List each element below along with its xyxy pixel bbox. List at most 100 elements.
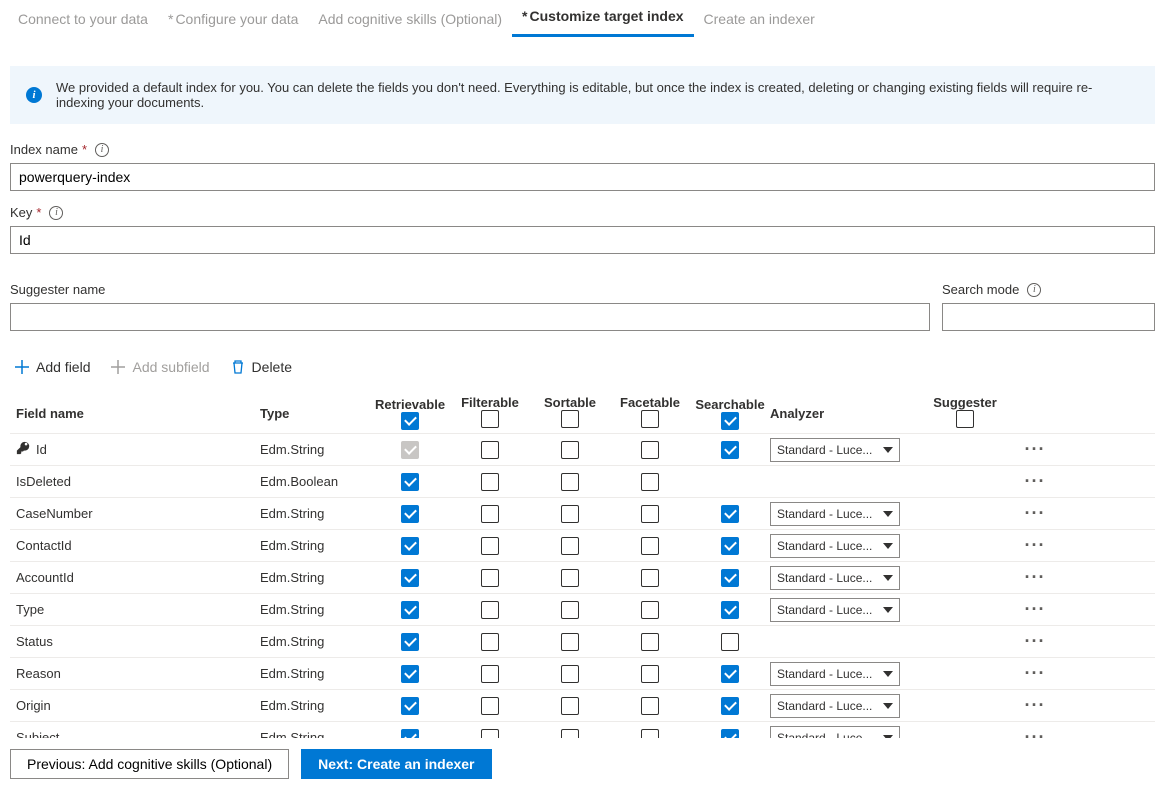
tab-configure-your-data[interactable]: Configure your data (158, 3, 308, 37)
tab-connect-to-your-data[interactable]: Connect to your data (8, 3, 158, 37)
checkbox-facetable[interactable] (641, 601, 659, 619)
tab-customize-target-index[interactable]: Customize target index (512, 0, 693, 37)
checkbox-sortable[interactable] (561, 569, 579, 587)
checkbox-searchable[interactable] (721, 697, 739, 715)
more-actions-button[interactable]: ··· (1015, 439, 1055, 460)
checkbox-sortable[interactable] (561, 665, 579, 683)
checkbox-filterable[interactable] (481, 569, 499, 587)
search-mode-input[interactable] (942, 303, 1155, 331)
checkbox-searchable[interactable] (721, 569, 739, 587)
checkbox-facetable[interactable] (641, 697, 659, 715)
checkbox-retrievable[interactable] (401, 537, 419, 555)
search-mode-label: Search mode i (942, 282, 1155, 297)
field-name: CaseNumber (16, 506, 93, 521)
checkbox-facetable[interactable] (641, 665, 659, 683)
suggester-name-input[interactable] (10, 303, 930, 331)
checkbox-retrievable[interactable] (401, 569, 419, 587)
checkbox-sortable[interactable] (561, 633, 579, 651)
analyzer-select[interactable]: Standard - Luce... (770, 694, 900, 718)
checkbox-filterable[interactable] (481, 633, 499, 651)
more-actions-button[interactable]: ··· (1015, 663, 1055, 684)
analyzer-select[interactable]: Standard - Luce... (770, 438, 900, 462)
more-actions-button[interactable]: ··· (1015, 567, 1055, 588)
table-row[interactable]: TypeEdm.StringStandard - Luce...··· (10, 593, 1155, 625)
next-button[interactable]: Next: Create an indexer (301, 749, 491, 779)
previous-button[interactable]: Previous: Add cognitive skills (Optional… (10, 749, 289, 779)
suggester-name-label: Suggester name (10, 282, 930, 297)
col-suggester: Suggester (915, 395, 1015, 431)
header-checkbox-filterable[interactable] (481, 410, 499, 428)
tab-create-an-indexer[interactable]: Create an indexer (694, 3, 825, 37)
analyzer-select[interactable]: Standard - Luce... (770, 566, 900, 590)
checkbox-retrievable[interactable] (401, 633, 419, 651)
key-icon (16, 441, 30, 455)
more-actions-button[interactable]: ··· (1015, 631, 1055, 652)
checkbox-retrievable[interactable] (401, 665, 419, 683)
checkbox-filterable[interactable] (481, 441, 499, 459)
table-row[interactable]: AccountIdEdm.StringStandard - Luce...··· (10, 561, 1155, 593)
checkbox-retrievable[interactable] (401, 473, 419, 491)
analyzer-select[interactable]: Standard - Luce... (770, 662, 900, 686)
key-label: Key* i (10, 205, 1155, 220)
checkbox-facetable[interactable] (641, 537, 659, 555)
more-actions-button[interactable]: ··· (1015, 695, 1055, 716)
checkbox-sortable[interactable] (561, 505, 579, 523)
more-actions-button[interactable]: ··· (1015, 471, 1055, 492)
checkbox-filterable[interactable] (481, 473, 499, 491)
checkbox-retrievable[interactable] (401, 697, 419, 715)
more-actions-button[interactable]: ··· (1015, 503, 1055, 524)
checkbox-facetable[interactable] (641, 441, 659, 459)
help-icon[interactable]: i (1027, 283, 1041, 297)
table-row[interactable]: ReasonEdm.StringStandard - Luce...··· (10, 657, 1155, 689)
checkbox-facetable[interactable] (641, 473, 659, 491)
checkbox-searchable[interactable] (721, 505, 739, 523)
analyzer-select[interactable]: Standard - Luce... (770, 598, 900, 622)
checkbox-sortable[interactable] (561, 601, 579, 619)
checkbox-searchable[interactable] (721, 441, 739, 459)
checkbox-facetable[interactable] (641, 633, 659, 651)
checkbox-filterable[interactable] (481, 601, 499, 619)
header-checkbox-facetable[interactable] (641, 410, 659, 428)
more-actions-button[interactable]: ··· (1015, 599, 1055, 620)
analyzer-select[interactable]: Standard - Luce... (770, 502, 900, 526)
checkbox-filterable[interactable] (481, 505, 499, 523)
analyzer-select[interactable]: Standard - Luce... (770, 534, 900, 558)
checkbox-filterable[interactable] (481, 665, 499, 683)
checkbox-filterable[interactable] (481, 537, 499, 555)
table-row[interactable]: CaseNumberEdm.StringStandard - Luce...··… (10, 497, 1155, 529)
checkbox-searchable[interactable] (721, 665, 739, 683)
checkbox-sortable[interactable] (561, 441, 579, 459)
checkbox-facetable[interactable] (641, 569, 659, 587)
checkbox-facetable[interactable] (641, 505, 659, 523)
header-checkbox-sortable[interactable] (561, 410, 579, 428)
more-actions-button[interactable]: ··· (1015, 535, 1055, 556)
table-row[interactable]: IdEdm.StringStandard - Luce...··· (10, 433, 1155, 465)
checkbox-sortable[interactable] (561, 473, 579, 491)
key-input[interactable] (10, 226, 1155, 254)
checkbox-searchable[interactable] (721, 537, 739, 555)
help-icon[interactable]: i (49, 206, 63, 220)
add-field-button[interactable]: Add field (10, 355, 94, 379)
checkbox-retrievable[interactable] (401, 601, 419, 619)
header-checkbox-searchable[interactable] (721, 412, 739, 430)
header-checkbox-suggester[interactable] (956, 410, 974, 428)
field-type: Edm.Boolean (260, 474, 370, 489)
checkbox-sortable[interactable] (561, 537, 579, 555)
delete-button[interactable]: Delete (226, 355, 296, 379)
index-name-input[interactable] (10, 163, 1155, 191)
checkbox-sortable[interactable] (561, 697, 579, 715)
table-row[interactable]: StatusEdm.String··· (10, 625, 1155, 657)
help-icon[interactable]: i (95, 143, 109, 157)
table-row[interactable]: IsDeletedEdm.Boolean··· (10, 465, 1155, 497)
checkbox-filterable[interactable] (481, 697, 499, 715)
tab-add-cognitive-skills-optional-[interactable]: Add cognitive skills (Optional) (308, 3, 512, 37)
header-checkbox-retrievable[interactable] (401, 412, 419, 430)
checkbox-searchable[interactable] (721, 601, 739, 619)
col-searchable: Searchable (690, 397, 770, 430)
col-analyzer: Analyzer (770, 406, 915, 421)
table-row[interactable]: ContactIdEdm.StringStandard - Luce...··· (10, 529, 1155, 561)
checkbox-searchable[interactable] (721, 633, 739, 651)
grid-header: Field name Type Retrievable Filterable S… (10, 389, 1155, 433)
table-row[interactable]: OriginEdm.StringStandard - Luce...··· (10, 689, 1155, 721)
checkbox-retrievable[interactable] (401, 505, 419, 523)
